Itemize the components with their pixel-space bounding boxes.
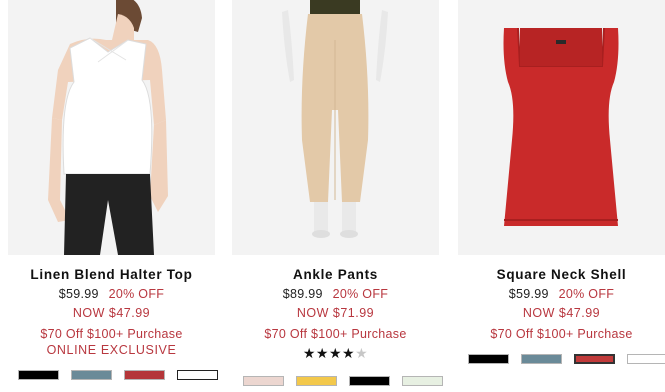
- product-image[interactable]: [458, 0, 665, 255]
- swatch-white[interactable]: [627, 354, 665, 364]
- star-icon: ★: [315, 345, 329, 361]
- product-name[interactable]: Linen Blend Halter Top: [8, 267, 215, 282]
- discount-label: 20% OFF: [108, 287, 165, 301]
- online-exclusive-badge: ONLINE EXCLUSIVE: [46, 343, 177, 357]
- swatch-blush[interactable]: [243, 376, 284, 386]
- star-rating: ★★★★★: [232, 345, 439, 361]
- mannequin-photo: [232, 0, 439, 255]
- original-price: $59.99: [508, 287, 549, 301]
- product-name[interactable]: Square Neck Shell: [458, 267, 665, 282]
- price-row: $59.99 20% OFF: [458, 287, 665, 301]
- swatch-black[interactable]: [18, 370, 59, 380]
- color-swatches: [18, 370, 218, 380]
- flat-lay-photo: [458, 0, 665, 255]
- original-price: $89.99: [282, 287, 323, 301]
- swatch-mint[interactable]: [402, 376, 443, 386]
- product-image[interactable]: [8, 0, 215, 255]
- swatch-slate-blue[interactable]: [521, 354, 562, 364]
- product-name[interactable]: Ankle Pants: [232, 267, 439, 282]
- swatch-slate-blue[interactable]: [71, 370, 112, 380]
- swatch-red-selected[interactable]: [574, 354, 615, 364]
- swatch-black[interactable]: [468, 354, 509, 364]
- swatch-black[interactable]: [349, 376, 390, 386]
- price-row: $89.99 20% OFF: [232, 287, 439, 301]
- swatch-red[interactable]: [124, 370, 165, 380]
- color-swatches: [243, 376, 443, 386]
- price-row: $59.99 20% OFF: [8, 287, 215, 301]
- star-icon: ★: [342, 345, 356, 361]
- star-icon: ★: [302, 345, 316, 361]
- swatch-white[interactable]: [177, 370, 218, 380]
- sale-price: NOW $71.99: [296, 306, 375, 320]
- promo-text: $70 Off $100+ Purchase: [264, 327, 407, 341]
- product-card-linen-blend-halter-top[interactable]: Linen Blend Halter Top $59.99 20% OFF NO…: [8, 0, 215, 357]
- sale-price: NOW $47.99: [522, 306, 601, 320]
- product-image[interactable]: [232, 0, 439, 255]
- promo-text: $70 Off $100+ Purchase: [40, 327, 183, 341]
- promo-text: $70 Off $100+ Purchase: [490, 327, 633, 341]
- star-icon: ★: [328, 345, 343, 361]
- discount-label: 20% OFF: [558, 287, 615, 301]
- product-card-square-neck-shell[interactable]: Square Neck Shell $59.99 20% OFF NOW $47…: [458, 0, 665, 341]
- original-price: $59.99: [58, 287, 99, 301]
- sale-price: NOW $47.99: [72, 306, 151, 320]
- model-photo: [8, 0, 215, 255]
- product-card-ankle-pants[interactable]: Ankle Pants $89.99 20% OFF NOW $71.99 $7…: [232, 0, 439, 361]
- discount-label: 20% OFF: [332, 287, 389, 301]
- swatch-yellow[interactable]: [296, 376, 337, 386]
- color-swatches: [468, 354, 665, 364]
- star-empty-icon: ★: [355, 345, 369, 361]
